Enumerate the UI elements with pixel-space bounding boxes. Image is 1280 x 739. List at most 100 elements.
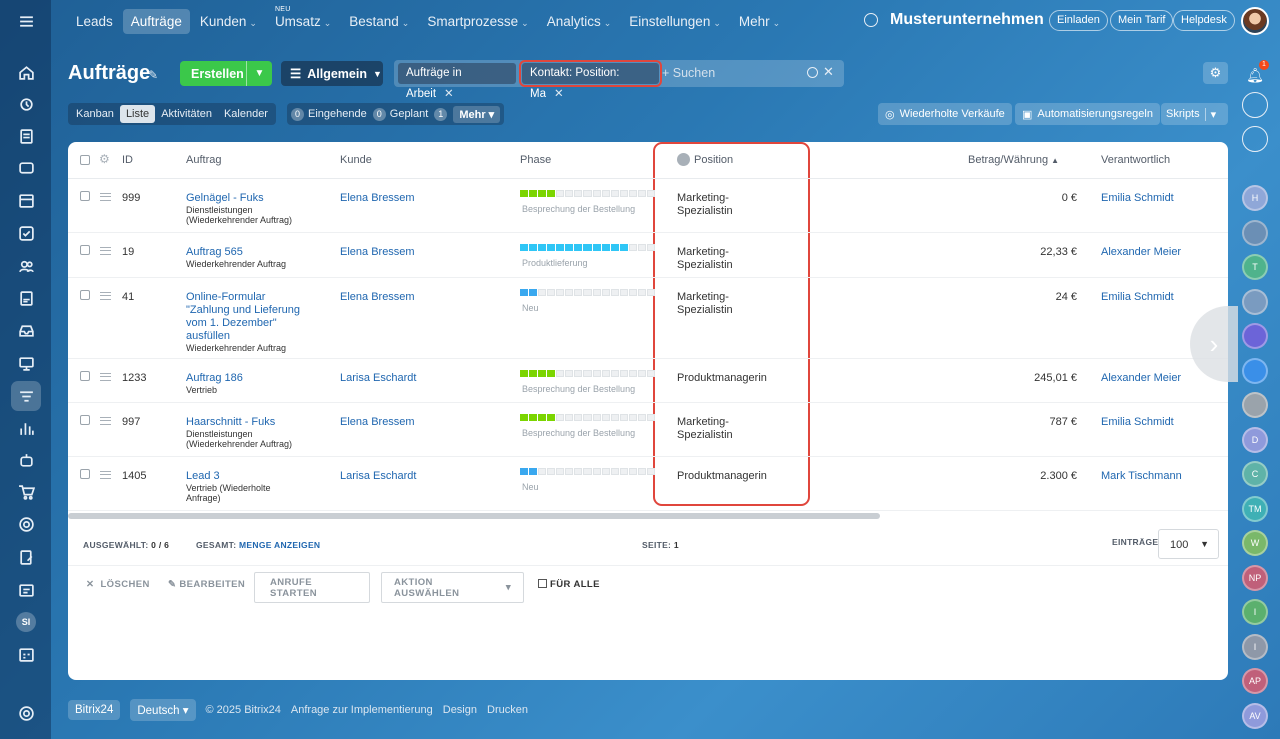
invite-button[interactable]: Einladen: [1049, 10, 1108, 31]
counter-other[interactable]: 1: [434, 107, 448, 121]
nav-item-6[interactable]: Analytics ⌄: [539, 9, 620, 34]
link-implementation[interactable]: Anfrage zur Implementierung: [291, 704, 433, 716]
phase-progress[interactable]: [520, 190, 655, 197]
nav-item-0[interactable]: Leads: [68, 9, 121, 34]
col-header-position[interactable]: Position: [694, 154, 733, 166]
row-checkbox[interactable]: [80, 290, 90, 300]
clear-icon[interactable]: ✕: [823, 64, 834, 80]
contact-avatar[interactable]: [1242, 323, 1268, 349]
client-link[interactable]: Larisa Eschardt: [340, 470, 416, 482]
search-input[interactable]: + Suchen: [662, 66, 715, 80]
contact-avatar[interactable]: [1242, 288, 1268, 315]
search-icon[interactable]: [807, 67, 818, 78]
link-design[interactable]: Design: [443, 704, 477, 716]
drag-handle-icon[interactable]: [100, 292, 111, 300]
col-header-order[interactable]: Auftrag: [186, 154, 221, 166]
user-avatar-si[interactable]: SI: [16, 612, 36, 632]
link-print[interactable]: Drucken: [487, 704, 528, 716]
drag-handle-icon[interactable]: [100, 417, 111, 425]
settings-gear-button[interactable]: ⚙: [1203, 62, 1228, 84]
home-icon[interactable]: [13, 59, 39, 85]
order-title-link[interactable]: Gelnägel - Fuks: [186, 192, 326, 205]
phase-progress[interactable]: [520, 289, 655, 296]
contact-avatar[interactable]: NP: [1242, 564, 1268, 591]
client-link[interactable]: Elena Bressem: [340, 246, 415, 258]
contact-avatar[interactable]: I: [1242, 633, 1268, 660]
chat-support-icon[interactable]: [1242, 126, 1268, 152]
owner-link[interactable]: Alexander Meier: [1101, 372, 1181, 384]
contact-avatar[interactable]: [1242, 357, 1268, 384]
chevron-down-icon[interactable]: ▼: [246, 61, 272, 86]
crm-filter-icon[interactable]: [11, 381, 41, 411]
nav-item-7[interactable]: Einstellungen ⌄: [621, 9, 729, 34]
nav-item-2[interactable]: Kunden ⌄: [192, 9, 265, 34]
close-icon[interactable]: ✕: [444, 88, 454, 100]
row-checkbox[interactable]: [80, 415, 90, 425]
row-checkbox[interactable]: [80, 245, 90, 255]
col-header-owner[interactable]: Verantwortlich: [1101, 154, 1170, 166]
more-counters-button[interactable]: Mehr ▾: [453, 105, 501, 123]
table-row[interactable]: 997 Haarschnitt - Fuks Dienstleistungen (W…: [68, 403, 1228, 457]
filter-chip-in-work[interactable]: Aufträge in Arbeit ✕: [398, 63, 516, 100]
search-icon[interactable]: [864, 13, 878, 27]
col-header-phase[interactable]: Phase: [520, 154, 551, 166]
col-header-client[interactable]: Kunde: [340, 154, 372, 166]
checkbox[interactable]: [538, 579, 547, 588]
nav-item-8[interactable]: Mehr ⌄: [731, 9, 788, 34]
helpdesk-button[interactable]: Helpdesk: [1173, 10, 1235, 31]
order-title-link[interactable]: Online-Formular: [186, 291, 326, 304]
contact-avatar[interactable]: [1242, 219, 1268, 246]
delete-action[interactable]: ✕ LÖSCHEN: [86, 579, 150, 590]
owner-link[interactable]: Mark Tischmann: [1101, 470, 1182, 482]
start-calls-button[interactable]: ANRUFE STARTEN: [254, 572, 370, 603]
counter-incoming[interactable]: 0 Eingehende: [291, 107, 367, 121]
edit-action[interactable]: ✎ BEARBEITEN: [168, 579, 245, 590]
nav-item-3[interactable]: NEU Umsatz ⌄: [267, 6, 339, 34]
owner-link[interactable]: Emilia Schmidt: [1101, 192, 1174, 204]
order-title-link[interactable]: Haarschnitt - Fuks: [186, 416, 326, 429]
presentation-icon[interactable]: [13, 350, 39, 376]
contacts-icon[interactable]: [13, 253, 39, 279]
user-avatar[interactable]: [1241, 7, 1269, 35]
tab-calendar[interactable]: Kalender: [218, 105, 274, 123]
analytics-icon[interactable]: [13, 415, 39, 441]
tab-activities[interactable]: Aktivitäten: [155, 105, 218, 123]
table-row[interactable]: 999 Gelnägel - Fuks Dienstleistungen (Wied…: [68, 179, 1228, 233]
horizontal-scrollbar[interactable]: [68, 513, 880, 519]
contact-avatar[interactable]: C: [1242, 461, 1268, 487]
phase-progress[interactable]: [520, 468, 655, 475]
create-button[interactable]: Erstellen ▼: [180, 61, 272, 86]
order-title-line[interactable]: vom 1. Dezember": [186, 317, 326, 330]
order-title-link[interactable]: Auftrag 565: [186, 246, 326, 259]
settings-icon[interactable]: [13, 700, 39, 726]
phase-progress[interactable]: [520, 244, 655, 251]
contact-avatar[interactable]: H: [1242, 185, 1268, 211]
close-icon[interactable]: ✕: [554, 88, 564, 100]
id-card-icon[interactable]: [13, 577, 39, 603]
client-link[interactable]: Elena Bressem: [340, 291, 415, 303]
client-link[interactable]: Elena Bressem: [340, 192, 415, 204]
filter-search-bar[interactable]: Aufträge in Arbeit ✕ Kontakt: Position: M…: [394, 60, 844, 100]
calendar-icon[interactable]: [13, 187, 39, 213]
planner-icon[interactable]: [13, 641, 39, 667]
nav-item-4[interactable]: Bestand ⌄: [341, 9, 417, 34]
contact-avatar[interactable]: [1242, 392, 1268, 418]
client-link[interactable]: Elena Bressem: [340, 416, 415, 428]
target-icon[interactable]: [13, 511, 39, 537]
contact-avatar[interactable]: T: [1242, 254, 1268, 280]
col-header-id[interactable]: ID: [122, 154, 133, 166]
order-title-link[interactable]: Auftrag 186: [186, 372, 326, 385]
scripts-button[interactable]: Skripts ▾: [1161, 103, 1228, 125]
row-checkbox[interactable]: [80, 191, 90, 201]
drag-handle-icon[interactable]: [100, 373, 111, 381]
phase-progress[interactable]: [520, 414, 655, 421]
client-link[interactable]: Larisa Eschardt: [340, 372, 416, 384]
feed-icon[interactable]: [13, 91, 39, 117]
contact-avatar[interactable]: AP: [1242, 668, 1268, 694]
contact-avatar[interactable]: AV: [1242, 702, 1268, 729]
document-icon[interactable]: [13, 285, 39, 311]
contact-avatar[interactable]: W: [1242, 530, 1268, 556]
drag-handle-icon[interactable]: [100, 471, 111, 479]
column-settings-icon[interactable]: ⚙: [99, 152, 110, 166]
tab-kanban[interactable]: Kanban: [70, 105, 120, 123]
